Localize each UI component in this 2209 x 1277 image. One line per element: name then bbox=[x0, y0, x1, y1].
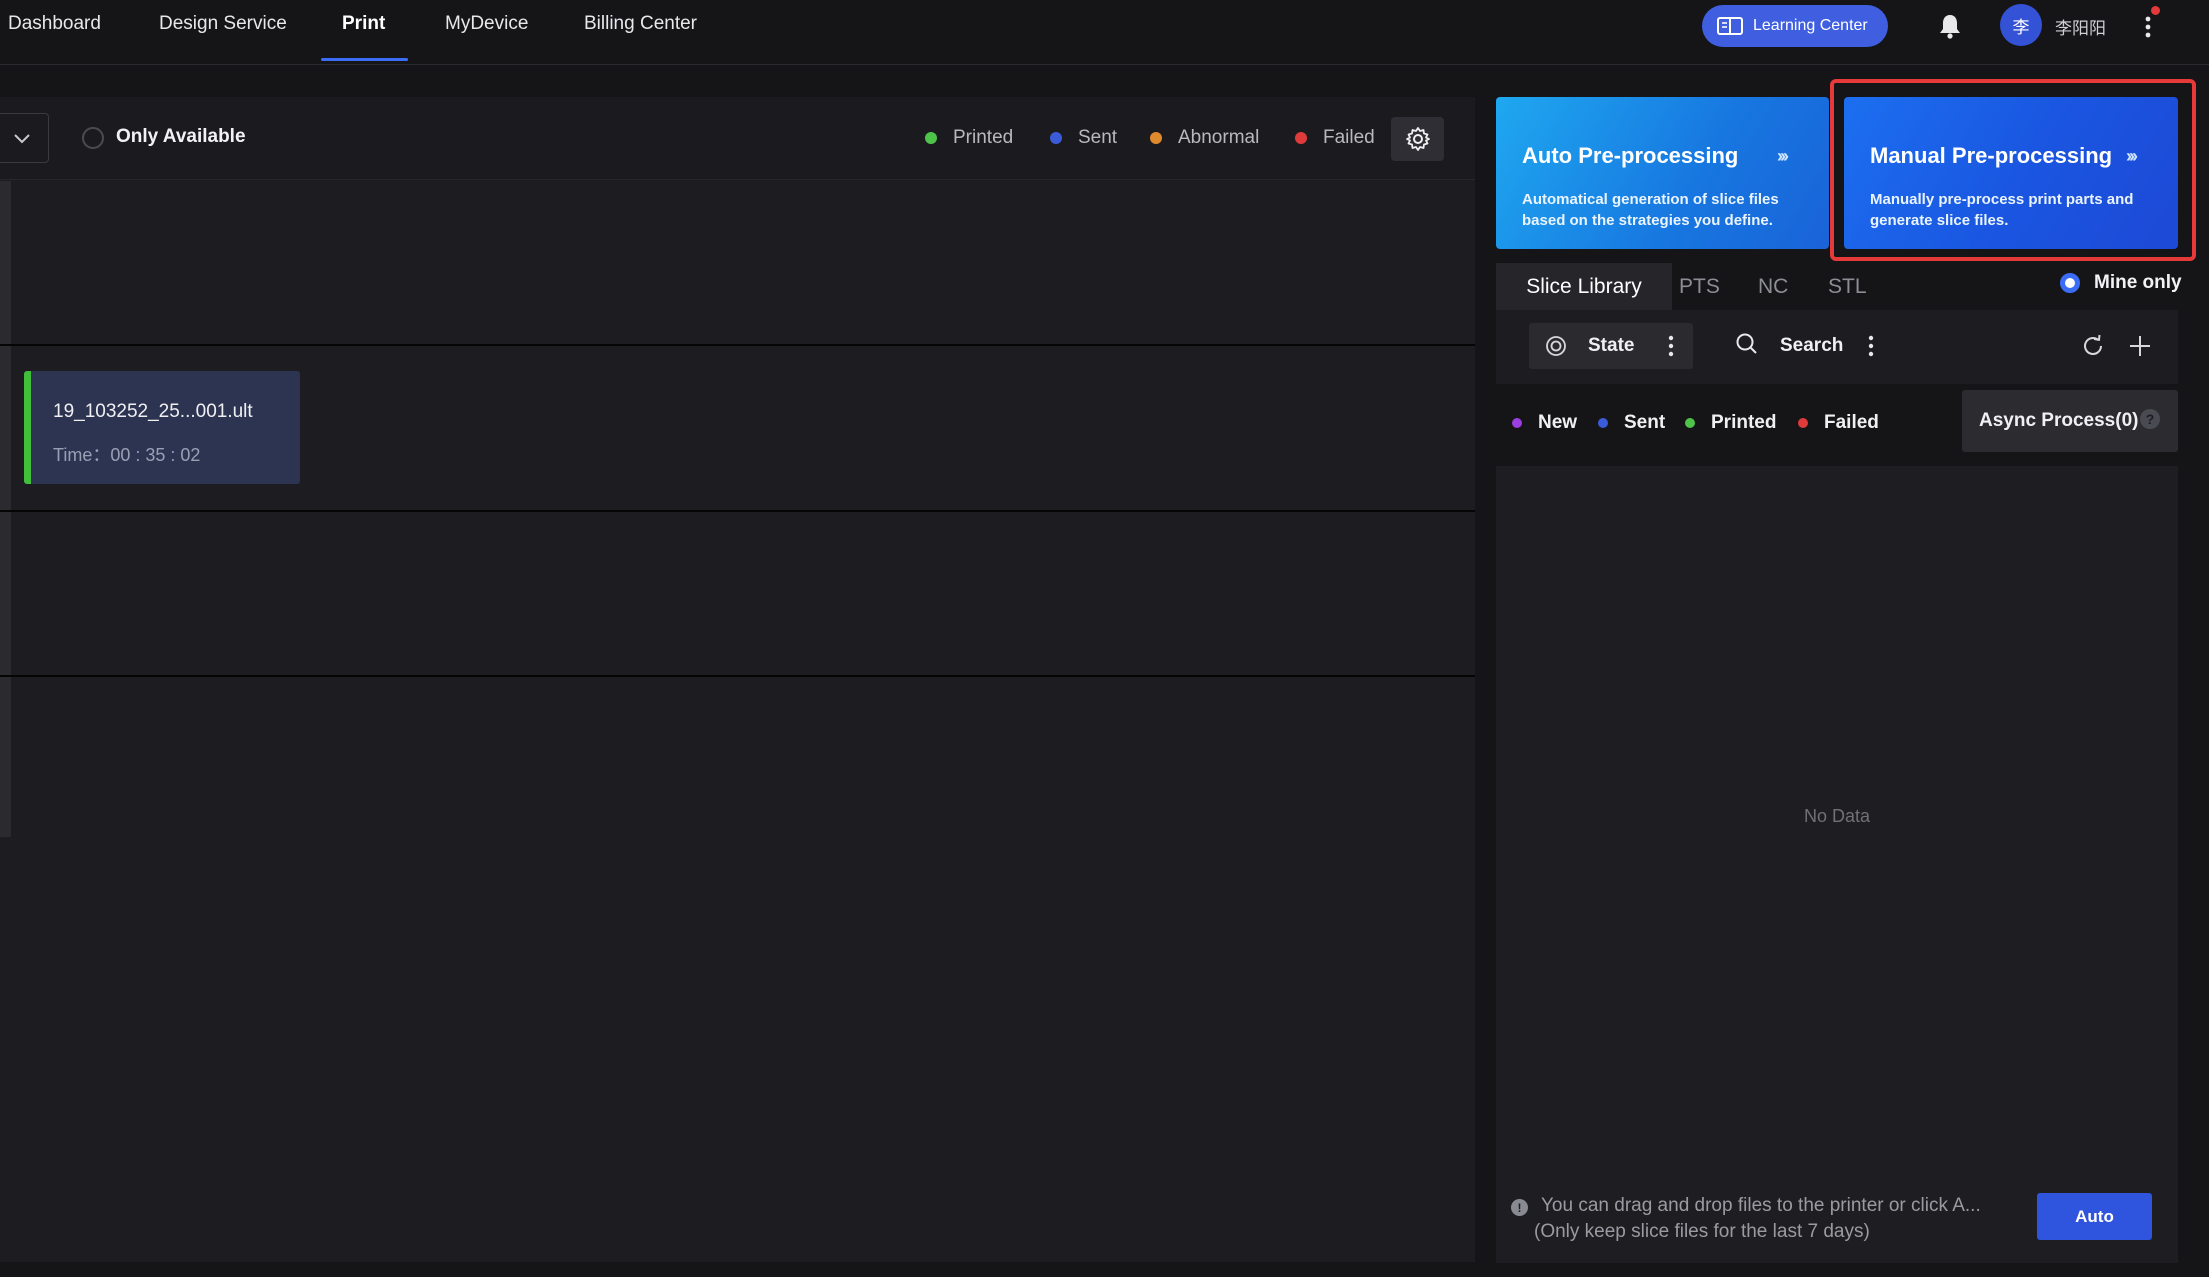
manual-card-description: Manually pre-process print parts and gen… bbox=[1870, 191, 2134, 229]
status-failed: Failed bbox=[1798, 412, 1879, 434]
printed-dot bbox=[1685, 418, 1695, 428]
nav-dashboard[interactable]: Dashboard bbox=[8, 0, 101, 62]
state-label: State bbox=[1588, 335, 1635, 356]
auto-preprocessing-card[interactable]: Auto Pre-processing ››› Automatical gene… bbox=[1496, 97, 1829, 249]
arrows-right-icon: ››› bbox=[1777, 146, 1789, 166]
mine-only-label[interactable]: Mine only bbox=[2094, 272, 2182, 294]
auto-button[interactable]: Auto bbox=[2037, 1193, 2152, 1240]
failed-dot bbox=[1798, 418, 1808, 428]
legend-sent: Sent bbox=[1050, 127, 1117, 149]
legend-sent-label: Sent bbox=[1078, 127, 1118, 148]
legend-printed-label: Printed bbox=[953, 127, 1014, 148]
manual-card-title: Manual Pre-processing bbox=[1870, 143, 2113, 168]
status-new: New bbox=[1512, 412, 1577, 434]
status-sent: Sent bbox=[1598, 412, 1665, 434]
printed-dot bbox=[925, 132, 937, 144]
tip-text-line1: You can drag and drop files to the print… bbox=[1541, 1195, 1981, 1216]
refresh-icon[interactable] bbox=[2081, 334, 2105, 358]
state-filter-button[interactable]: State bbox=[1529, 323, 1693, 369]
more-vertical-icon[interactable] bbox=[1667, 333, 1675, 359]
help-icon[interactable]: ? bbox=[2140, 409, 2160, 429]
plus-icon[interactable] bbox=[2128, 334, 2152, 358]
new-dot bbox=[1512, 418, 1522, 428]
learning-center-label: Learning Center bbox=[1753, 17, 1868, 34]
only-available-label[interactable]: Only Available bbox=[116, 126, 246, 148]
more-vertical-icon[interactable] bbox=[1867, 333, 1875, 359]
job-time: Time：00 : 35 : 02 bbox=[53, 445, 201, 465]
gear-icon bbox=[1405, 127, 1430, 151]
mine-only-radio[interactable] bbox=[2060, 273, 2080, 293]
printer-toolbar: Only Available Printed Sent Abnormal Fai… bbox=[0, 97, 1475, 180]
nav-design-service[interactable]: Design Service bbox=[159, 0, 287, 62]
row-divider bbox=[0, 510, 1475, 512]
bottom-strip bbox=[0, 1263, 2209, 1277]
tab-slice-library[interactable]: Slice Library bbox=[1496, 263, 1672, 310]
legend-abnormal-label: Abnormal bbox=[1178, 127, 1260, 148]
sent-dot bbox=[1050, 132, 1062, 144]
abnormal-dot bbox=[1150, 132, 1162, 144]
nav-billing-center[interactable]: Billing Center bbox=[584, 0, 697, 62]
auto-card-description: Automatical generation of slice files ba… bbox=[1522, 191, 1779, 229]
info-icon: ! bbox=[1511, 1199, 1528, 1216]
legend-failed: Failed bbox=[1295, 127, 1375, 149]
arrows-right-icon: ››› bbox=[2126, 146, 2138, 166]
tab-nc[interactable]: NC bbox=[1758, 275, 1788, 299]
tip-text-line2: (Only keep slice files for the last 7 da… bbox=[1534, 1221, 1870, 1242]
search-icon[interactable] bbox=[1735, 332, 1759, 356]
legend-abnormal: Abnormal bbox=[1150, 127, 1259, 149]
nav-mydevice[interactable]: MyDevice bbox=[445, 0, 528, 62]
nav-print[interactable]: Print bbox=[342, 0, 385, 62]
tab-stl[interactable]: STL bbox=[1828, 275, 1867, 299]
auto-card-title: Auto Pre-processing bbox=[1522, 143, 1739, 168]
username[interactable]: 李阳阳 bbox=[2055, 14, 2106, 39]
learning-center-button[interactable]: Learning Center bbox=[1702, 5, 1888, 47]
tab-pts[interactable]: PTS bbox=[1679, 275, 1720, 299]
printer-column-stripe bbox=[0, 181, 11, 837]
status-new-label: New bbox=[1538, 412, 1578, 433]
legend-failed-label: Failed bbox=[1323, 127, 1375, 148]
chevron-down-icon bbox=[13, 134, 30, 144]
legend-printed: Printed bbox=[925, 127, 1013, 149]
status-printed: Printed bbox=[1685, 412, 1776, 434]
search-label[interactable]: Search bbox=[1780, 335, 1843, 357]
async-process-label: Async Process(0) bbox=[1979, 410, 2139, 431]
job-file-name: 19_103252_25...001.ult bbox=[53, 401, 253, 422]
status-printed-label: Printed bbox=[1711, 412, 1777, 433]
manual-preprocessing-card[interactable]: Manual Pre-processing ››› Manually pre-p… bbox=[1844, 97, 2178, 249]
printer-schedule-panel: Only Available Printed Sent Abnormal Fai… bbox=[0, 97, 1475, 1262]
filter-state-icon bbox=[1546, 336, 1566, 356]
top-navigation-bar: Dashboard Design Service Print MyDevice … bbox=[0, 0, 2209, 65]
async-process-button[interactable]: Async Process(0) ? bbox=[1962, 390, 2178, 452]
status-failed-label: Failed bbox=[1824, 412, 1879, 433]
book-icon bbox=[1717, 17, 1743, 35]
active-tab-underline bbox=[321, 58, 408, 61]
bell-icon[interactable] bbox=[1936, 12, 1964, 40]
row-divider bbox=[0, 675, 1475, 677]
library-status-bar: New Sent Printed Failed Async Process(0)… bbox=[1496, 390, 2178, 456]
collapse-button[interactable] bbox=[0, 113, 49, 163]
slice-list: No Data ! You can drag and drop files to… bbox=[1496, 466, 2178, 1263]
print-job-card[interactable]: 19_103252_25...001.ult Time：00 : 35 : 02 bbox=[24, 371, 300, 484]
avatar[interactable]: 李 bbox=[2000, 4, 2042, 46]
status-sent-label: Sent bbox=[1624, 412, 1666, 433]
row-divider bbox=[0, 344, 1475, 346]
no-data-message: No Data bbox=[1803, 806, 1871, 826]
library-filter-bar: State Search bbox=[1496, 310, 2178, 384]
failed-dot bbox=[1295, 132, 1307, 144]
sent-dot bbox=[1598, 418, 1608, 428]
settings-button[interactable] bbox=[1391, 117, 1444, 161]
only-available-radio[interactable] bbox=[82, 127, 104, 149]
notification-dot bbox=[2151, 6, 2160, 15]
